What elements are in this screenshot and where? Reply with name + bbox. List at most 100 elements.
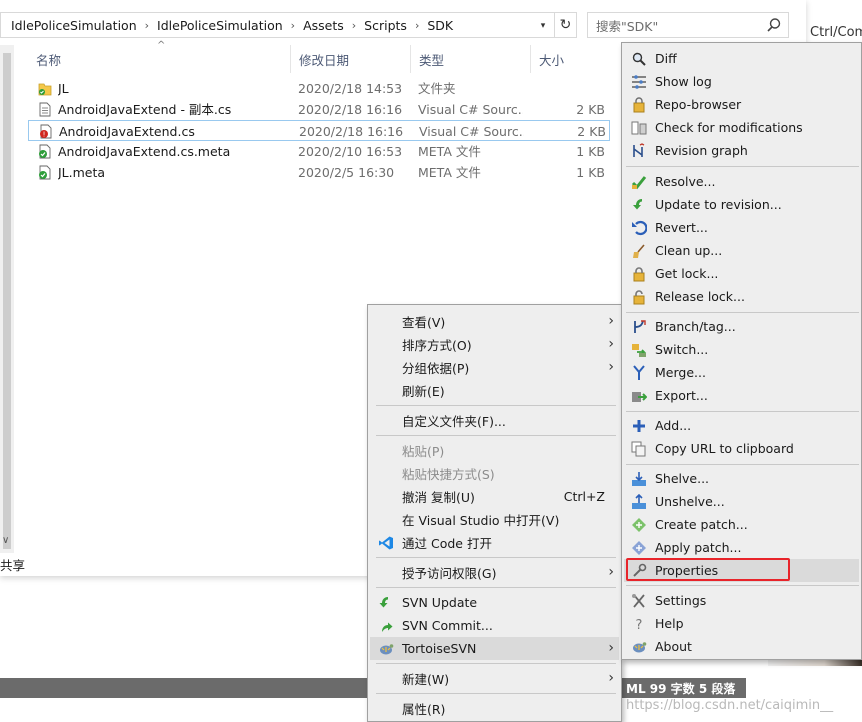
column-header-name[interactable]: 名称 — [28, 45, 290, 73]
search-input[interactable]: 搜索"SDK" — [587, 12, 789, 38]
svn-menu-item-shelve[interactable]: Shelve... — [624, 467, 859, 490]
file-row[interactable]: JL.meta 2020/2/5 16:30 META 文件 1 KB — [28, 162, 610, 183]
svn-menu-item-apply-patch[interactable]: Apply patch... — [624, 536, 859, 559]
breadcrumb-item[interactable]: Assets — [299, 18, 348, 33]
switch-icon — [632, 344, 647, 357]
menu-item-undo-copy[interactable]: 撤消 复制(U) Ctrl+Z — [370, 485, 619, 508]
menu-separator — [626, 411, 859, 412]
file-row[interactable]: AndroidJavaExtend - 副本.cs 2020/2/18 16:1… — [28, 99, 610, 120]
file-type: META 文件 — [418, 165, 481, 180]
svn-menu-item-revert[interactable]: Revert... — [624, 216, 859, 239]
menu-item-view[interactable]: 查看(V) › — [370, 310, 619, 333]
copy-url-icon — [631, 441, 646, 457]
svn-menu-item-merge[interactable]: Merge... — [624, 361, 859, 384]
svn-menu-item-revision-graph[interactable]: Revision graph — [624, 139, 859, 162]
svn-menu-item-branch-tag[interactable]: Branch/tag... — [624, 315, 859, 338]
column-header-size[interactable]: 大小 — [530, 45, 610, 73]
svn-menu-item-unshelve[interactable]: Unshelve... — [624, 490, 859, 513]
menu-separator — [626, 585, 859, 586]
menu-item-properties[interactable]: 属性(R) — [370, 697, 619, 720]
menu-separator — [376, 587, 616, 588]
file-row[interactable]: AndroidJavaExtend.cs.meta 2020/2/10 16:5… — [28, 141, 610, 162]
menu-separator — [626, 312, 859, 313]
menu-item-open-with-code[interactable]: 通过 Code 打开 — [370, 531, 619, 554]
log-icon — [632, 75, 646, 89]
update-revision-icon — [633, 199, 642, 210]
chevron-right-icon: › — [290, 18, 296, 32]
chevron-right-icon: › — [608, 359, 614, 375]
menu-item-refresh[interactable]: 刷新(E) — [370, 379, 619, 402]
chevron-right-icon: › — [608, 640, 614, 656]
svn-menu-item-get-lock[interactable]: Get lock... — [624, 262, 859, 285]
file-type: Visual C# Sourc... — [418, 102, 523, 117]
file-size: 2 KB — [576, 102, 605, 117]
svn-menu-item-repo-browser[interactable]: Repo-browser — [624, 93, 859, 116]
file-name: JL.meta — [58, 165, 106, 180]
scrollbar-thumb[interactable] — [3, 53, 11, 549]
svn-menu-item-switch[interactable]: Switch... — [624, 338, 859, 361]
menu-separator — [626, 464, 859, 465]
refresh-icon[interactable]: ↻ — [555, 12, 577, 38]
menu-item-paste[interactable]: 粘贴(P) — [370, 439, 619, 462]
menu-item-svn-update[interactable]: SVN Update — [370, 591, 619, 614]
svn-menu-item-create-patch[interactable]: Create patch... — [624, 513, 859, 536]
svn-menu-item-release-lock[interactable]: Release lock... — [624, 285, 859, 308]
menu-item-open-in-visual-studio[interactable]: 在 Visual Studio 中打开(V) — [370, 508, 619, 531]
search-icon[interactable] — [766, 17, 782, 33]
svn-menu-item-add[interactable]: Add... — [624, 414, 859, 437]
svn-normal-file-icon — [39, 144, 51, 159]
svn-menu-item-check-modifications[interactable]: Check for modifications — [624, 116, 859, 139]
menu-item-grant-access[interactable]: 授予访问权限(G) › — [370, 561, 619, 584]
svn-menu-item-diff[interactable]: Diff — [624, 47, 859, 70]
breadcrumb-item[interactable]: IdlePoliceSimulation — [153, 18, 287, 33]
file-row[interactable]: ! AndroidJavaExtend.cs 2020/2/18 16:16 V… — [28, 120, 610, 141]
menu-item-sort-by[interactable]: 排序方式(O) › — [370, 333, 619, 356]
column-header-date[interactable]: 修改日期 — [290, 45, 410, 73]
breadcrumb-item[interactable]: SDK — [423, 18, 457, 33]
menu-item-customize-folder[interactable]: 自定义文件夹(F)... — [370, 409, 619, 432]
svn-menu-item-clean-up[interactable]: Clean up... — [624, 239, 859, 262]
revert-icon — [632, 220, 647, 236]
svn-menu-item-properties[interactable]: Properties — [624, 559, 859, 582]
help-icon: ? — [636, 618, 643, 632]
svn-menu-item-export[interactable]: Export... — [624, 384, 859, 407]
file-date: 2020/2/18 16:16 — [299, 124, 404, 139]
menu-item-paste-shortcut[interactable]: 粘贴快捷方式(S) — [370, 462, 619, 485]
file-row[interactable]: JL 2020/2/18 14:53 文件夹 — [28, 78, 610, 99]
breadcrumb-item[interactable]: Scripts — [360, 18, 411, 33]
chevron-down-icon[interactable]: ∨ — [2, 535, 9, 546]
svn-menu-item-settings[interactable]: Settings — [624, 589, 859, 612]
svn-menu-item-update-to-revision[interactable]: Update to revision... — [624, 193, 859, 216]
file-name: AndroidJavaExtend.cs.meta — [58, 144, 231, 159]
breadcrumb-item[interactable]: IdlePoliceSimulation — [7, 18, 141, 33]
column-header-type[interactable]: 类型 — [410, 45, 530, 73]
unshelve-icon — [632, 494, 646, 509]
svn-menu-item-show-log[interactable]: Show log — [624, 70, 859, 93]
explorer-context-menu: 查看(V) › 排序方式(O) › 分组依据(P) › 刷新(E) 自定义文件夹(F)… — [367, 304, 622, 722]
diff-icon — [632, 52, 646, 66]
create-patch-icon — [632, 518, 646, 532]
menu-separator — [376, 557, 616, 558]
shelve-icon — [632, 472, 646, 486]
branch-icon — [634, 320, 646, 333]
share-tab[interactable]: 共享 — [0, 555, 25, 574]
svn-menu-item-resolve[interactable]: Resolve... — [624, 170, 859, 193]
svn-menu-item-copy-url[interactable]: Copy URL to clipboard — [624, 437, 859, 460]
file-type: META 文件 — [418, 144, 481, 159]
menu-item-new[interactable]: 新建(W) › — [370, 667, 619, 690]
menu-item-svn-commit[interactable]: SVN Commit... — [370, 614, 619, 637]
file-date: 2020/2/5 16:30 — [298, 165, 395, 180]
vertical-scrollbar[interactable] — [0, 45, 14, 553]
menu-item-tortoisesvn[interactable]: TortoiseSVN › — [370, 637, 619, 660]
file-type: Visual C# Sourc... — [419, 124, 524, 139]
menu-item-group-by[interactable]: 分组依据(P) › — [370, 356, 619, 379]
check-modifications-icon — [631, 121, 647, 135]
file-date: 2020/2/18 14:53 — [298, 81, 403, 96]
svn-menu-item-about[interactable]: About — [624, 635, 859, 658]
column-header-row: 名称 修改日期 类型 大小 — [28, 45, 610, 73]
merge-icon — [633, 365, 645, 380]
chevron-down-icon[interactable]: ▾ — [533, 17, 553, 35]
svn-menu-item-help[interactable]: ? Help — [624, 612, 859, 635]
address-bar[interactable]: IdlePoliceSimulation › IdlePoliceSimulat… — [0, 12, 555, 38]
file-size — [528, 78, 605, 99]
